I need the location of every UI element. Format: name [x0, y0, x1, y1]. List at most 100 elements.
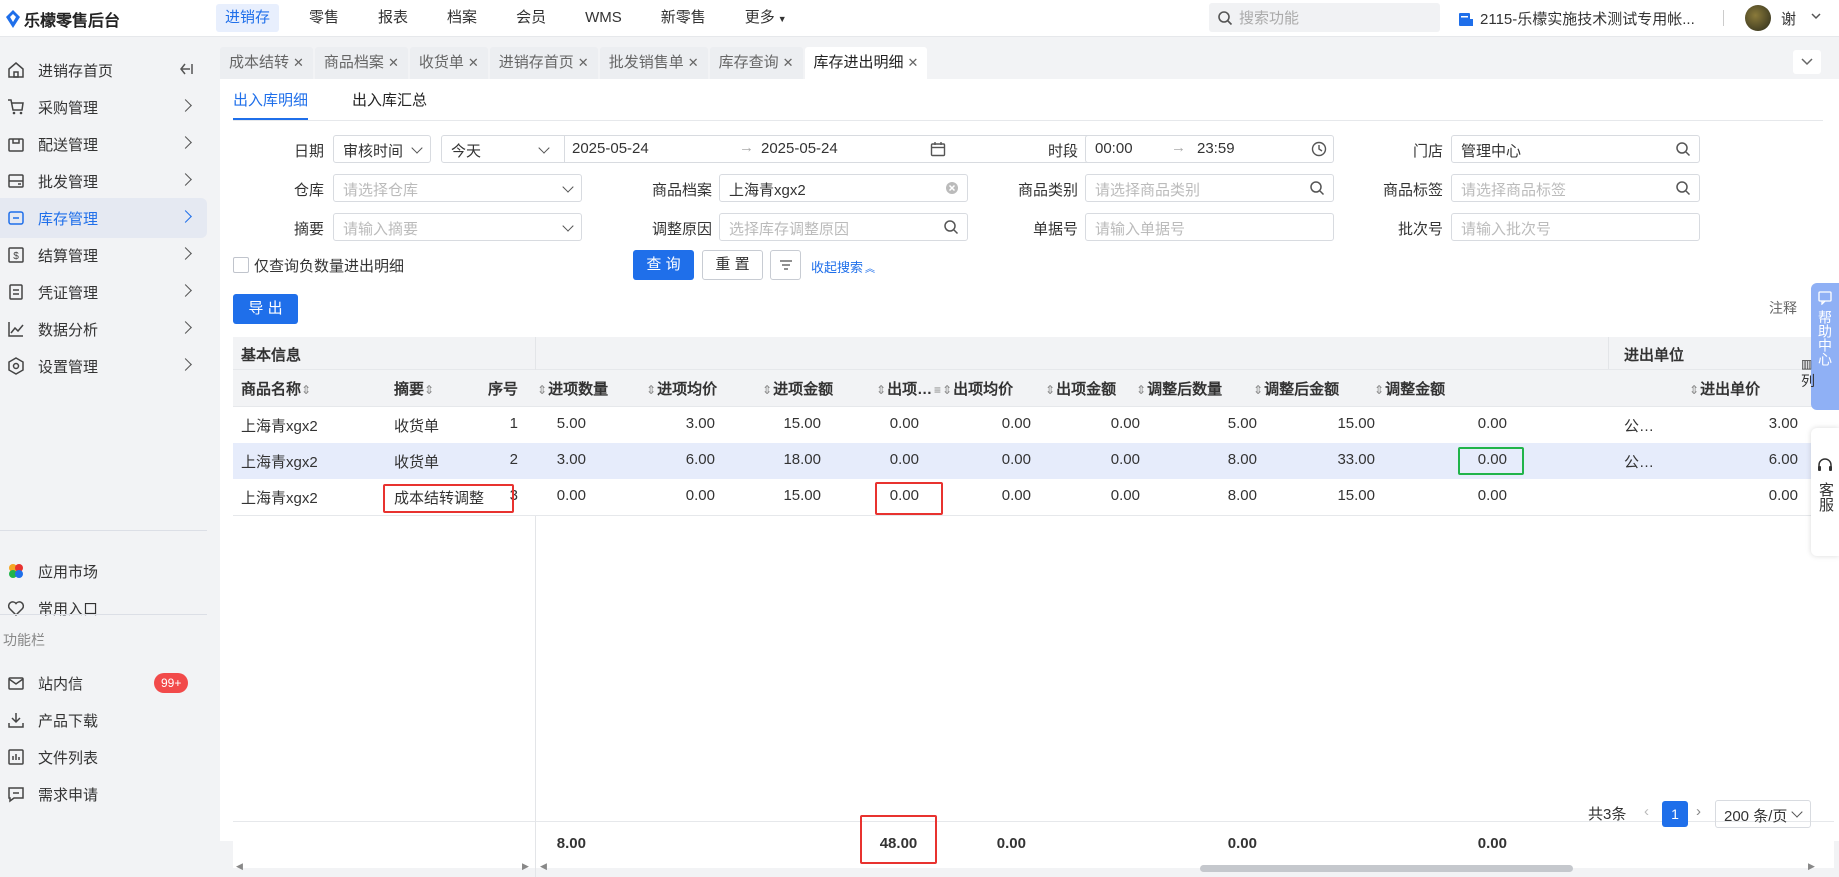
tab-inventory-home[interactable]: 进销存首页 ✕: [489, 47, 598, 79]
topnav-more[interactable]: 更多 ▼: [736, 4, 796, 32]
sidebar-item-purchase[interactable]: 采购管理: [0, 87, 207, 127]
sidebar-item-requests[interactable]: 需求申请: [0, 774, 207, 814]
sidebar-item-files[interactable]: 文件列表: [0, 737, 207, 777]
tabs-menu-button[interactable]: [1793, 50, 1821, 74]
topnav-reports[interactable]: 报表: [369, 4, 417, 32]
filter-settings-button[interactable]: [770, 250, 801, 280]
sidebar-item-inventory[interactable]: 库存管理: [0, 198, 207, 238]
collapse-sidebar-icon[interactable]: [178, 61, 194, 77]
avatar[interactable]: [1745, 5, 1771, 31]
topnav-member[interactable]: 会员: [507, 4, 555, 32]
col-product-name[interactable]: 商品名称⇕: [241, 378, 312, 399]
sidebar-item-app-market[interactable]: 应用市场: [0, 551, 207, 591]
time-to[interactable]: 23:59: [1197, 140, 1235, 157]
subtab-io-detail[interactable]: 出入库明细: [233, 89, 309, 120]
col-in-avg[interactable]: ⇕进项均价: [646, 378, 717, 399]
batch-input[interactable]: 请输入批次号: [1451, 213, 1700, 241]
search-icon[interactable]: [1309, 180, 1325, 196]
clock-icon[interactable]: [1311, 141, 1327, 157]
summary-select[interactable]: 请输入摘要: [333, 213, 582, 241]
search-icon[interactable]: [1675, 180, 1691, 196]
calendar-icon[interactable]: [930, 141, 946, 157]
scrollbar-thumb[interactable]: [1200, 865, 1573, 872]
account-switcher[interactable]: 2115-乐檬实施技术测试专用帐...: [1458, 8, 1695, 29]
tab-stock-query[interactable]: 库存查询 ✕: [709, 47, 803, 79]
horizontal-scrollbar[interactable]: ◀ ▶ ◀ ▶: [233, 861, 1834, 875]
close-icon[interactable]: ✕: [783, 55, 794, 70]
customer-service-button[interactable]: 客服: [1811, 428, 1839, 556]
sidebar-item-downloads[interactable]: 产品下载: [0, 700, 207, 740]
export-button[interactable]: 导 出: [233, 294, 298, 324]
table-row[interactable]: 上海青xgx2 收货单 2 3.00 6.00 18.00 0.00 0.00 …: [233, 443, 1834, 480]
topnav-retail[interactable]: 零售: [300, 4, 348, 32]
scroll-right-icon[interactable]: ▶: [1808, 861, 1815, 872]
reason-select[interactable]: 选择库存调整原因: [719, 213, 968, 241]
note-toggle[interactable]: 注释: [1769, 298, 1797, 318]
scroll-right-icon[interactable]: ▶: [522, 861, 529, 872]
clear-icon[interactable]: [945, 181, 959, 195]
sidebar-item-distribution[interactable]: 配送管理: [0, 124, 207, 164]
col-adj-diff[interactable]: ⇕调整金额: [1374, 378, 1445, 399]
column-settings-button[interactable]: ▥ 列: [1801, 355, 1815, 391]
search-input[interactable]: 搜索功能: [1209, 3, 1440, 32]
scroll-left-icon[interactable]: ◀: [540, 861, 547, 872]
warehouse-select[interactable]: 请选择仓库: [333, 174, 582, 202]
close-icon[interactable]: ✕: [578, 55, 589, 70]
sidebar-item-analytics[interactable]: 数据分析: [0, 309, 207, 349]
tab-receipt[interactable]: 收货单 ✕: [409, 47, 488, 79]
col-summary[interactable]: 摘要⇕: [394, 378, 435, 399]
close-icon[interactable]: ✕: [293, 55, 304, 70]
scroll-left-icon[interactable]: ◀: [236, 861, 243, 872]
col-unit-price[interactable]: ⇕进出单价: [1689, 378, 1760, 399]
category-select[interactable]: 请选择商品类别: [1085, 174, 1334, 202]
query-button[interactable]: 查 询: [633, 250, 694, 280]
col-in-qty[interactable]: ⇕进项数量: [537, 378, 608, 399]
app-logo[interactable]: 乐檬零售后台: [6, 7, 120, 31]
sidebar-item-voucher[interactable]: 凭证管理: [0, 272, 207, 312]
topnav-new-retail[interactable]: 新零售: [652, 4, 715, 32]
date-type-select[interactable]: 审核时间: [333, 135, 431, 163]
close-icon[interactable]: ✕: [688, 55, 699, 70]
close-icon[interactable]: ✕: [468, 55, 479, 70]
col-adj-qty[interactable]: ⇕调整后数量: [1136, 378, 1222, 399]
sidebar-item-settlement[interactable]: $ 结算管理: [0, 235, 207, 275]
tab-wholesale-order[interactable]: 批发销售单 ✕: [599, 47, 708, 79]
page-button-current[interactable]: 1: [1662, 801, 1688, 827]
sidebar-item-inventory-home[interactable]: 进销存首页: [0, 50, 207, 90]
store-select[interactable]: 管理中心: [1451, 135, 1700, 163]
search-icon[interactable]: [943, 219, 959, 235]
date-to[interactable]: 2025-05-24: [761, 140, 838, 157]
topnav-archive[interactable]: 档案: [438, 4, 486, 32]
search-icon[interactable]: [1675, 141, 1691, 157]
chevron-down-icon[interactable]: [1810, 10, 1822, 22]
user-name[interactable]: 谢: [1781, 8, 1796, 29]
tag-select[interactable]: 请选择商品标签: [1451, 174, 1700, 202]
topnav-inventory[interactable]: 进销存: [216, 4, 280, 32]
tab-stock-movement[interactable]: 库存进出明细 ✕: [804, 47, 928, 79]
sidebar-item-settings[interactable]: 设置管理: [0, 346, 207, 386]
collapse-search-link[interactable]: 收起搜索 ︽: [811, 257, 875, 276]
prev-page-icon[interactable]: ‹: [1644, 803, 1649, 820]
tab-cost-carryover[interactable]: 成本结转 ✕: [220, 47, 313, 79]
product-select[interactable]: 上海青xgx2: [719, 174, 968, 202]
help-center-button[interactable]: 帮助中心: [1811, 283, 1839, 410]
col-out-amt[interactable]: ⇕出项金额: [1045, 378, 1116, 399]
col-adj-amt[interactable]: ⇕调整后金额: [1253, 378, 1339, 399]
sidebar-item-favorites[interactable]: 常用入口: [0, 588, 207, 628]
topnav-wms[interactable]: WMS: [576, 4, 631, 32]
table-row[interactable]: 上海青xgx2 收货单 1 5.00 3.00 15.00 0.00 0.00 …: [233, 407, 1834, 444]
subtab-io-summary[interactable]: 出入库汇总: [352, 89, 427, 120]
close-icon[interactable]: ✕: [908, 55, 919, 70]
col-out-qty[interactable]: ⇕出项…: [876, 378, 932, 399]
col-out-avg[interactable]: ≡⇕出项均价: [934, 378, 1013, 399]
close-icon[interactable]: ✕: [388, 55, 399, 70]
negative-only-checkbox[interactable]: [233, 257, 249, 273]
sidebar-item-messages[interactable]: 站内信 99+: [0, 663, 207, 703]
tab-product-archive[interactable]: 商品档案 ✕: [314, 47, 408, 79]
docno-input[interactable]: 请输入单据号: [1085, 213, 1334, 241]
date-from[interactable]: 2025-05-24: [572, 140, 649, 157]
page-size-select[interactable]: 200 条/页: [1715, 800, 1811, 828]
sidebar-item-wholesale[interactable]: 批发管理: [0, 161, 207, 201]
reset-button[interactable]: 重 置: [702, 250, 763, 280]
col-in-amt[interactable]: ⇕进项金额: [762, 378, 833, 399]
